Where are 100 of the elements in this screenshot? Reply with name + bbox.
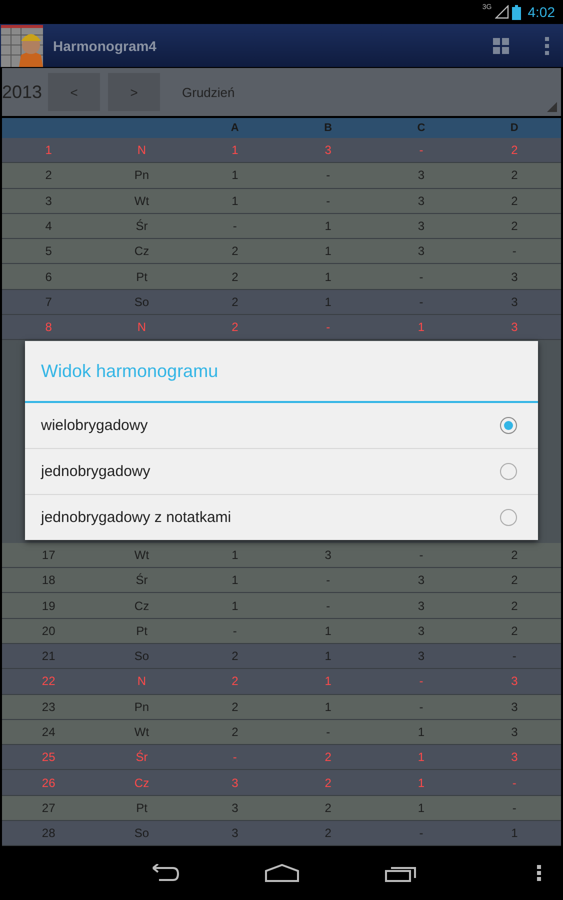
table-cell: 1 [418,320,425,334]
grid-icon[interactable] [493,38,509,54]
table-cell: 3 [418,598,425,612]
table-cell: 3 [418,573,425,588]
table-cell: 1 [324,244,332,258]
table-cell: 28 [42,826,56,840]
table-cell: Śr [136,573,148,588]
table-cell: 3 [418,168,425,182]
option-item[interactable]: jednobrygadowy [25,448,538,494]
table-cell: N [137,674,146,688]
table-cell: N [137,143,146,158]
table-cell: - [232,750,237,764]
table-cell: 24 [42,724,56,739]
table-cell: - [419,270,424,284]
table-cell: 2 [232,320,238,334]
table-cell: 2 [511,624,518,638]
table-cell: Wt [134,548,150,562]
table-cell: Pt [136,800,148,815]
table-cell: - [419,700,424,714]
radio-button[interactable] [500,417,517,434]
table-cell: 3 [232,800,238,815]
table-cell: 2 [232,294,238,309]
table-cell: Śr [136,750,148,764]
table-cell: 1 [418,750,425,764]
table-cell: - [326,573,330,588]
table-cell: 2 [45,168,52,182]
radio-button[interactable] [500,509,517,526]
table-cell: Wt [134,724,150,739]
table-cell: - [512,244,516,258]
table-cell: 1 [232,598,238,612]
table-cell: 4 [45,219,52,234]
table-cell: 2 [511,219,518,234]
table-cell: 18 [42,573,56,588]
table-cell: 2 [511,598,518,612]
radio-button[interactable] [500,463,517,480]
app-icon[interactable] [1,24,43,66]
table-cell: - [512,649,516,664]
table-cell: - [326,168,330,182]
table-cell: 2 [324,776,332,790]
overflow-menu-icon[interactable] [545,36,549,54]
option-label: wielobrygadowy [41,417,148,434]
clock: 4:02 [528,4,555,20]
table-cell: 1 [232,573,238,588]
table-cell: - [419,674,424,688]
table-cell: 1 [511,826,518,840]
table-cell: N [137,320,146,334]
table-cell: Pn [134,700,150,714]
table-cell: 3 [511,700,518,714]
table-cell: 3 [418,194,425,208]
table-cell: 1 [418,800,425,815]
column-header: D [509,122,520,134]
table-cell: 3 [511,724,518,739]
table-cell: 27 [42,800,56,815]
table-cell: 23 [42,700,56,714]
table-cell: 3 [511,320,518,334]
column-header: A [230,122,240,134]
table-cell: 2 [232,724,238,739]
table-cell: - [419,548,424,562]
table-cell: 19 [42,598,56,612]
table-cell: So [134,826,150,840]
table-cell: 26 [42,776,56,790]
table-cell: Śr [136,219,148,234]
home-icon[interactable] [264,864,298,882]
table-cell: - [419,826,424,840]
table-cell: - [326,598,330,612]
table-cell: 3 [511,294,518,309]
option-item[interactable]: wielobrygadowy [25,403,538,448]
table-cell: 1 [418,724,425,739]
table-cell: 1 [324,624,332,638]
table-cell: Cz [134,244,150,258]
battery-icon [512,4,521,20]
table-cell: - [232,624,237,638]
table-cell: 2 [324,750,332,764]
table-cell: 2 [232,244,238,258]
table-cell: 2 [511,548,518,562]
table-cell: 2 [511,194,518,208]
option-label: jednobrygadowy z notatkami [41,509,232,526]
overflow-menu-icon[interactable] [537,865,541,882]
year-label: 2013 [2,82,44,102]
app-title: Harmonogram4 [53,38,158,54]
table-cell: 1 [232,168,238,182]
table-cell: Cz [134,776,150,790]
table-cell: 2 [232,270,238,284]
table-cell: 8 [45,320,52,334]
recent-apps-icon[interactable] [384,864,416,882]
table-cell: Cz [134,598,150,612]
option-label: jednobrygadowy [41,463,150,480]
table-cell: 6 [45,270,52,284]
table-cell: - [512,800,516,815]
option-item[interactable]: jednobrygadowy z notatkami [25,494,538,540]
table-cell: 3 [511,750,518,764]
table-cell: 3 [511,270,518,284]
table-cell: 2 [324,826,332,840]
signal-icon [494,5,509,19]
table-cell: Wt [134,194,150,208]
table-cell: 25 [42,750,56,764]
table-cell: - [326,320,330,334]
table-cell: 3 [418,624,425,638]
column-header: B [323,122,334,134]
table-cell: 2 [324,800,332,815]
